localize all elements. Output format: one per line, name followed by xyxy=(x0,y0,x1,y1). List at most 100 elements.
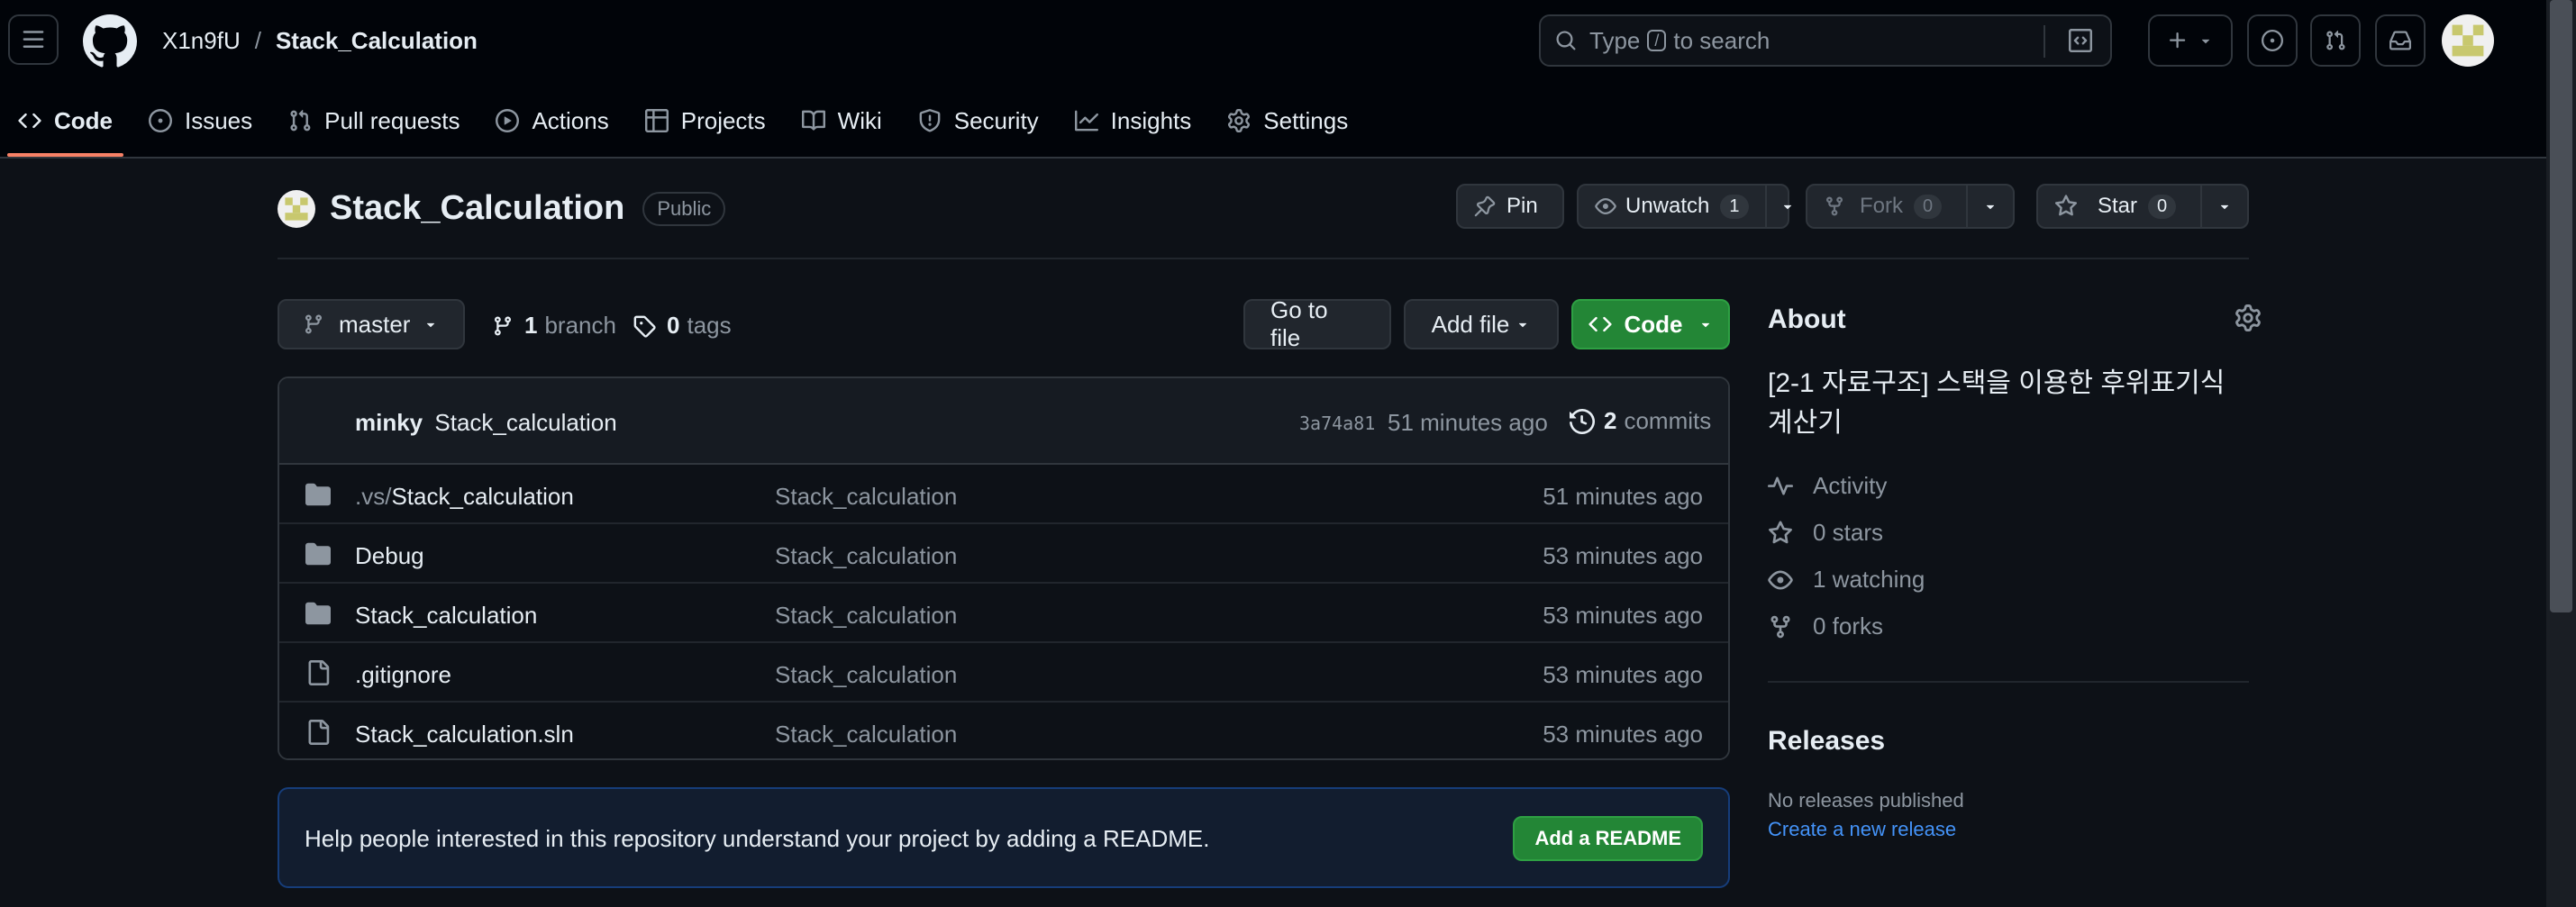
star-dropdown[interactable] xyxy=(2200,186,2247,227)
branch-selector[interactable]: master xyxy=(278,299,465,349)
file-name[interactable]: Stack_calculation xyxy=(355,602,537,630)
tag-icon xyxy=(633,315,656,338)
tag-count: 0 xyxy=(667,312,680,339)
triangle-down-icon xyxy=(1986,204,1995,210)
file-name[interactable]: .vs/Stack_calculation xyxy=(355,483,574,511)
file-commit-message[interactable]: Stack_calculation xyxy=(775,602,957,630)
identicon-icon xyxy=(278,189,315,228)
repo-forked-icon xyxy=(1770,615,1790,638)
add-readme-button[interactable]: Add a README xyxy=(1513,816,1703,861)
file-commit-message[interactable]: Stack_calculation xyxy=(775,483,957,511)
your-issues-button[interactable] xyxy=(2247,14,2298,67)
file-row[interactable]: .gitignore Stack_calculation 53 minutes … xyxy=(279,643,1728,703)
breadcrumb-separator: / xyxy=(254,27,261,54)
create-release-link[interactable]: Create a new release xyxy=(1768,818,1956,841)
tab-issues[interactable]: Issues xyxy=(131,94,270,148)
plus-icon xyxy=(2170,32,2186,49)
fork-button[interactable]: Fork 0 xyxy=(1806,184,2015,229)
stars-link[interactable]: 0 stars xyxy=(1768,519,1883,547)
inbox-icon xyxy=(2389,31,2411,50)
tags-link[interactable]: 0 tags xyxy=(633,312,732,340)
code-button-label: Code xyxy=(1624,310,1683,338)
add-file-button[interactable]: Add file xyxy=(1404,299,1559,349)
file-name[interactable]: Stack_calculation.sln xyxy=(355,721,574,748)
gear-icon xyxy=(1228,109,1251,132)
your-pull-requests-button[interactable] xyxy=(2310,14,2361,67)
create-new-button[interactable] xyxy=(2148,14,2233,67)
fork-main[interactable]: Fork 0 xyxy=(1807,186,1966,227)
github-logo-icon[interactable] xyxy=(83,14,137,68)
branch-name: master xyxy=(339,310,411,338)
notifications-button[interactable] xyxy=(2375,14,2426,67)
star-main[interactable]: Star 0 xyxy=(2038,186,2200,227)
repo-name[interactable]: Stack_Calculation xyxy=(330,189,624,228)
go-to-file-button[interactable]: Go to file xyxy=(1243,296,1391,351)
pin-button[interactable]: Pin xyxy=(1456,184,1564,229)
user-avatar[interactable] xyxy=(2442,14,2494,67)
commit-message[interactable]: Stack_calculation xyxy=(434,409,616,436)
git-pull-request-icon xyxy=(2326,30,2345,50)
tab-code[interactable]: Code xyxy=(0,94,131,157)
owner-avatar[interactable] xyxy=(278,189,315,228)
stars-label: 0 stars xyxy=(1813,519,1884,546)
about-heading: About xyxy=(1768,304,1846,334)
file-row[interactable]: Stack_calculation.sln Stack_calculation … xyxy=(279,703,1728,758)
file-commit-message[interactable]: Stack_calculation xyxy=(775,661,957,689)
commit-count: 2 xyxy=(1604,407,1617,434)
releases-heading[interactable]: Releases xyxy=(1768,726,1885,757)
file-row[interactable]: .vs/Stack_calculation Stack_calculation … xyxy=(279,465,1728,524)
readme-banner: Help people interested in this repositor… xyxy=(278,787,1730,888)
search-input[interactable]: Type / to search xyxy=(1539,14,2112,67)
page-scrollbar[interactable] xyxy=(2546,0,2576,907)
file-commit-message[interactable]: Stack_calculation xyxy=(775,542,957,570)
commit-sha[interactable]: 3a74a81 xyxy=(1299,413,1375,434)
tab-projects[interactable]: Projects xyxy=(627,94,784,148)
branches-link[interactable]: 1 branch xyxy=(492,312,616,340)
pulse-icon xyxy=(1768,476,1793,495)
fork-dropdown[interactable] xyxy=(1966,186,2013,227)
triangle-down-icon xyxy=(1783,204,1791,210)
activity-link[interactable]: Activity xyxy=(1768,472,1887,500)
command-palette-icon[interactable] xyxy=(2069,29,2092,52)
unwatch-button[interactable]: Unwatch 1 xyxy=(1577,184,1791,229)
breadcrumb-repo[interactable]: Stack_Calculation xyxy=(276,27,478,55)
tab-settings[interactable]: Settings xyxy=(1209,94,1366,148)
unwatch-main[interactable]: Unwatch 1 xyxy=(1579,186,1765,227)
history-icon xyxy=(1570,408,1595,434)
repo-tabs: Code Issues Pull requests Actions Projec… xyxy=(0,94,1366,159)
commit-history-link[interactable]: 2 commits xyxy=(1570,407,1711,435)
watching-label: 1 watching xyxy=(1813,566,1925,593)
hamburger-icon xyxy=(23,31,44,48)
add-file-label: Add file xyxy=(1431,310,1510,338)
unwatch-label: Unwatch xyxy=(1625,194,1710,218)
file-row[interactable]: Debug Stack_calculation 53 minutes ago xyxy=(279,524,1728,584)
file-commit-time: 53 minutes ago xyxy=(1543,542,1703,569)
repo-description: [2-1 자료구조] 스택을 이용한 후위표기식 계산기 xyxy=(1768,368,2226,438)
file-name[interactable]: Debug xyxy=(355,542,424,570)
scrollbar-thumb[interactable] xyxy=(2550,0,2572,612)
code-button[interactable]: Code xyxy=(1571,299,1730,349)
folder-icon xyxy=(305,542,331,566)
tab-pull-requests[interactable]: Pull requests xyxy=(270,94,478,148)
commit-author[interactable]: minky xyxy=(355,409,423,436)
file-commit-message[interactable]: Stack_calculation xyxy=(775,721,957,748)
unwatch-dropdown[interactable] xyxy=(1764,186,1808,227)
sidebar-divider xyxy=(1768,681,2249,683)
file-name[interactable]: .gitignore xyxy=(355,661,451,689)
tab-actions[interactable]: Actions xyxy=(478,94,626,148)
git-branch-icon xyxy=(305,314,322,334)
file-row[interactable]: Stack_calculation Stack_calculation 53 m… xyxy=(279,584,1728,643)
pin-label: Pin xyxy=(1506,194,1538,218)
watchers-link[interactable]: 1 watching xyxy=(1768,566,1925,594)
menu-button[interactable] xyxy=(8,14,59,65)
breadcrumb-owner[interactable]: X1n9fU xyxy=(162,27,241,55)
tab-issues-label: Issues xyxy=(185,106,253,134)
star-button[interactable]: Star 0 xyxy=(2036,184,2249,229)
tab-insights[interactable]: Insights xyxy=(1057,94,1210,148)
gear-icon[interactable] xyxy=(2235,304,2262,331)
play-icon xyxy=(496,109,520,132)
tab-wiki[interactable]: Wiki xyxy=(784,94,900,148)
tab-security[interactable]: Security xyxy=(900,94,1057,148)
shield-icon xyxy=(919,109,941,132)
forks-link[interactable]: 0 forks xyxy=(1768,612,1883,640)
